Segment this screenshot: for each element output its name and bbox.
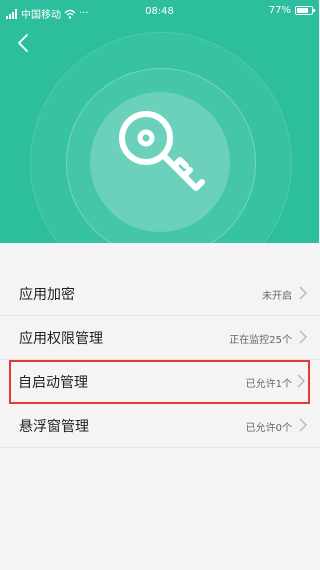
chevron-right-icon xyxy=(299,418,307,432)
list-item-title: 自启动管理 xyxy=(18,375,88,391)
list-item-title: 应用权限管理 xyxy=(19,331,103,347)
battery-percent: 77% xyxy=(268,5,291,16)
battery-fill xyxy=(297,8,308,13)
back-button[interactable] xyxy=(10,30,36,56)
list-item-value: 已允许1个 xyxy=(245,379,292,390)
chevron-right-icon xyxy=(299,330,307,344)
status-right: 77% xyxy=(268,5,315,16)
battery-icon xyxy=(295,6,315,15)
key-icon xyxy=(119,111,205,191)
list-item-title: 应用加密 xyxy=(19,287,75,303)
list-item-value: 已允许0个 xyxy=(245,423,292,434)
header-hero xyxy=(0,24,319,243)
list-item-floating-window[interactable]: 悬浮窗管理 已允许0个 xyxy=(0,404,319,448)
list-item-value: 未开启 xyxy=(262,291,292,302)
settings-list: 应用加密 未开启 应用权限管理 正在监控25个 自启动管理 已允许1个 悬浮窗管… xyxy=(0,272,319,448)
list-item-app-permissions[interactable]: 应用权限管理 正在监控25个 xyxy=(0,316,319,360)
status-bar: 中国移动 ··· 08:48 77% xyxy=(0,0,319,24)
list-item-title: 悬浮窗管理 xyxy=(19,419,89,435)
chevron-right-icon xyxy=(299,286,307,300)
list-item-app-encryption[interactable]: 应用加密 未开启 xyxy=(0,272,319,316)
chevron-left-icon xyxy=(18,34,28,52)
list-item-value: 正在监控25个 xyxy=(229,335,292,346)
chevron-right-icon xyxy=(297,374,305,388)
list-item-autostart[interactable]: 自启动管理 已允许1个 xyxy=(9,360,310,404)
